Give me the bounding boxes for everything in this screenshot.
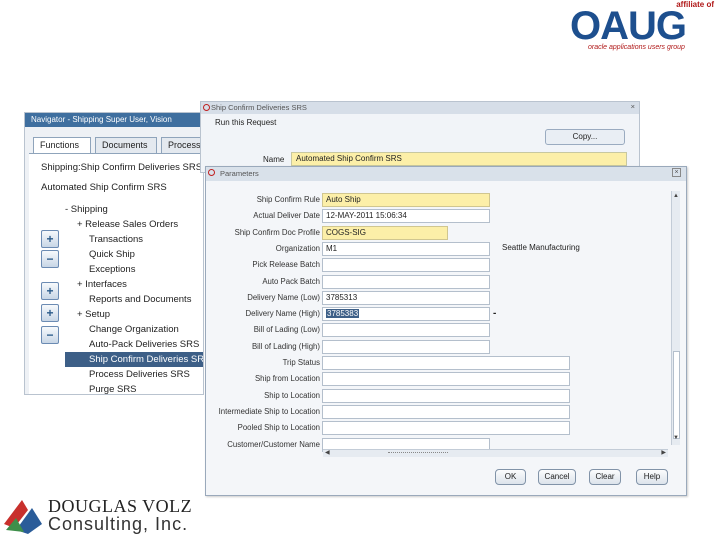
parameter-label: Pooled Ship to Location [237, 423, 320, 433]
scroll-right-icon[interactable]: ▶ [661, 449, 666, 456]
parameter-label: Ship Confirm Doc Profile [234, 227, 320, 237]
navigator-selected-function[interactable]: Automated Ship Confirm SRS [41, 182, 167, 193]
parameter-label: Ship to Location [264, 390, 320, 400]
expand-branch-button[interactable]: + [41, 282, 59, 300]
parameter-field[interactable]: 3785313 [322, 290, 490, 305]
oaug-tagline: oracle applications users group [588, 44, 685, 51]
submit-request-titlebar: Ship Confirm Deliveries SRS × [201, 102, 639, 114]
navigator-path: Shipping:Ship Confirm Deliveries SRS [41, 162, 203, 173]
submit-request-title: Ship Confirm Deliveries SRS [211, 103, 307, 112]
tab-functions[interactable]: Functions [33, 137, 91, 153]
navigator-window: Navigator - Shipping Super User, Vision … [24, 112, 204, 395]
vertical-scrollbar[interactable]: ▲ ▼ [671, 191, 680, 445]
tree-item-transactions[interactable]: Transactions [89, 232, 143, 247]
tree-item-ship-confirm[interactable]: Ship Confirm Deliveries SRS [65, 352, 203, 367]
navigator-tabs: Functions Documents Process [33, 137, 203, 153]
selected-text: 3785383 [326, 309, 360, 319]
parameter-field[interactable]: M1 [322, 241, 490, 256]
tree-item-reports[interactable]: Reports and Documents [89, 292, 191, 307]
tree-item-quick-ship[interactable]: Quick Ship [89, 247, 135, 262]
parameter-label: Trip Status [282, 358, 320, 367]
oaug-logo: affiliate of OAUG oracle applications us… [566, 0, 718, 58]
tree-item-shipping[interactable]: - Shipping [65, 202, 108, 217]
clear-button[interactable]: Clear [589, 469, 621, 485]
close-icon[interactable]: × [672, 168, 681, 177]
parameter-field[interactable] [322, 404, 570, 419]
parameter-label: Ship Confirm Rule [256, 195, 320, 204]
parameter-field[interactable] [322, 339, 490, 354]
parameter-field[interactable] [322, 258, 490, 273]
parameter-field[interactable] [322, 388, 570, 403]
douglas-volz-subtitle: Consulting, Inc. [48, 514, 189, 534]
parameter-label: Actual Deliver Date [253, 211, 320, 221]
horizontal-scrollbar[interactable]: ◀ ▶ [323, 449, 668, 457]
douglas-volz-logo: DOUGLAS VOLZ Consulting, Inc. [0, 492, 200, 538]
parameter-label: Auto Pack Batch [262, 276, 320, 286]
parameters-titlebar: Parameters × [206, 167, 686, 181]
parameter-label: Delivery Name (High) [245, 309, 320, 319]
tree-item-change-organization[interactable]: Change Organization [89, 322, 179, 337]
parameter-label: Intermediate Ship to Location [218, 406, 320, 416]
close-icon[interactable]: × [631, 102, 635, 111]
parameter-label: Customer/Customer Name [227, 439, 320, 449]
oaug-wordmark: OAUG [570, 4, 687, 48]
scroll-thumb[interactable] [673, 351, 680, 439]
scroll-down-icon[interactable]: ▼ [672, 435, 680, 443]
parameter-label: Ship from Location [254, 374, 320, 384]
parameter-field[interactable] [322, 356, 570, 370]
scroll-left-icon[interactable]: ◀ [325, 449, 330, 456]
parameters-window: Parameters × Ship Confirm Rule Auto Ship A… [205, 166, 687, 496]
name-label: Name [263, 155, 285, 164]
collapse-all-button[interactable]: − [41, 326, 59, 344]
scroll-up-icon[interactable]: ▲ [672, 193, 680, 201]
douglas-volz-emblem [4, 500, 42, 534]
tree-item-purge[interactable]: Purge SRS [89, 382, 137, 394]
oracle-icon [208, 169, 215, 176]
tree-item-release-sales-orders[interactable]: + Release Sales Orders [77, 217, 178, 232]
parameter-field[interactable]: 3785383 [322, 307, 490, 322]
submit-request-window: Ship Confirm Deliveries SRS × Run this R… [200, 101, 640, 173]
parameter-field[interactable]: Auto Ship [322, 193, 490, 207]
parameter-field[interactable]: 12-MAY-2011 15:06:34 [322, 209, 490, 224]
parameter-label: Bill of Lading (High) [251, 341, 320, 351]
expand-button[interactable]: + [41, 230, 59, 248]
run-request-label: Run this Request [215, 118, 277, 127]
parameter-label: Bill of Lading (Low) [253, 325, 320, 335]
scroll-grip[interactable] [388, 452, 448, 453]
tab-processes[interactable]: Process [161, 137, 203, 153]
parameter-field[interactable] [322, 421, 570, 436]
tree-item-process-deliveries[interactable]: Process Deliveries SRS [89, 367, 190, 382]
tree-item-setup[interactable]: + Setup [77, 307, 110, 322]
request-name-field[interactable]: Automated Ship Confirm SRS [291, 152, 627, 166]
range-marker: - [493, 308, 497, 319]
navigator-title: Navigator - Shipping Super User, Vision [25, 113, 203, 127]
parameter-field[interactable] [322, 323, 490, 338]
tab-documents[interactable]: Documents [95, 137, 157, 153]
ok-button[interactable]: OK [495, 469, 526, 485]
parameter-field[interactable] [322, 274, 490, 289]
tree-item-auto-pack[interactable]: Auto-Pack Deliveries SRS [89, 337, 199, 352]
tree-item-exceptions[interactable]: Exceptions [89, 262, 135, 277]
parameter-field[interactable] [322, 372, 570, 387]
copy-button[interactable]: Copy... [545, 129, 625, 145]
organization-description: Seattle Manufacturing [502, 243, 580, 252]
expand-all-button[interactable]: + [41, 304, 59, 322]
help-button[interactable]: Help [636, 469, 668, 485]
cancel-button[interactable]: Cancel [538, 469, 576, 485]
parameter-label: Organization [275, 243, 320, 253]
collapse-button[interactable]: − [41, 250, 59, 268]
parameter-field[interactable]: COGS-SIG [322, 225, 448, 240]
parameter-label: Delivery Name (Low) [247, 292, 320, 302]
parameter-label: Pick Release Batch [252, 260, 320, 270]
parameters-title: Parameters [220, 169, 259, 178]
tree-item-interfaces[interactable]: + Interfaces [77, 277, 127, 292]
oracle-icon [203, 104, 210, 111]
navigator-body: Shipping:Ship Confirm Deliveries SRS Aut… [29, 153, 203, 394]
